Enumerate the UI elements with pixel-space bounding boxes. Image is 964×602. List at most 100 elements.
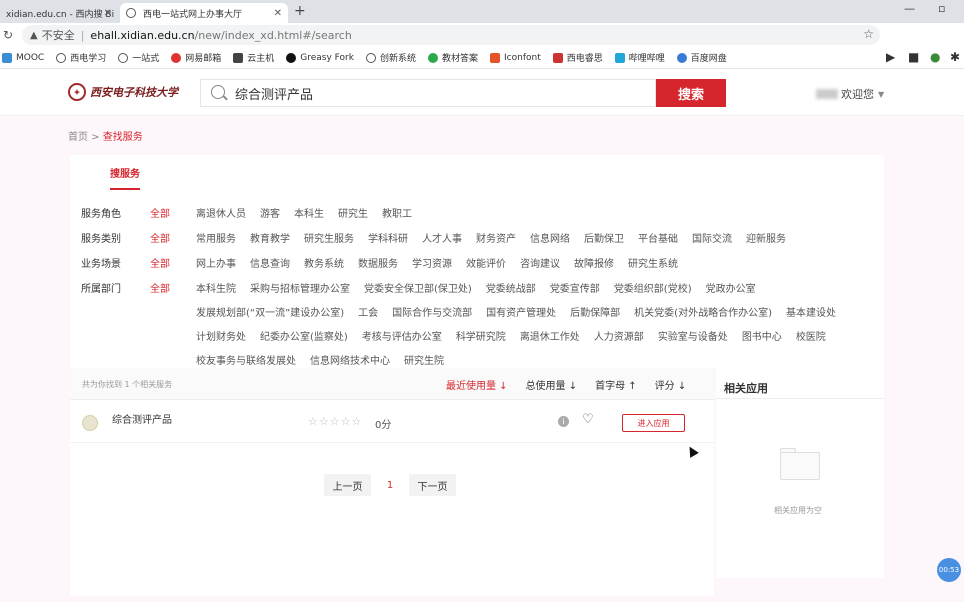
filter-option[interactable]: 后勤保卫	[584, 230, 624, 245]
close-icon[interactable]: ✕	[104, 8, 112, 19]
app-name[interactable]: 综合测评产品	[112, 411, 172, 426]
prev-page-button[interactable]: 上一页	[324, 474, 371, 496]
enter-app-button[interactable]: 进入应用	[622, 414, 685, 432]
filter-all[interactable]: 全部	[150, 230, 196, 245]
heart-icon[interactable]: ♡	[582, 412, 594, 427]
filter-option[interactable]: 研究生服务	[304, 230, 354, 245]
bookmark-item[interactable]: 教材答案	[427, 51, 478, 64]
filter-option[interactable]: 党委宣传部	[550, 280, 600, 295]
filter-option[interactable]: 常用服务	[196, 230, 236, 245]
user-menu[interactable]: 欢迎您 ▼	[816, 86, 884, 102]
filter-option[interactable]: 离退休工作处	[520, 328, 580, 343]
chevron-down-icon: ▼	[878, 89, 885, 99]
filter-option[interactable]: 科学研究院	[456, 328, 506, 343]
filter-option[interactable]: 图书中心	[742, 328, 782, 343]
rating-stars[interactable]: ☆☆☆☆☆	[308, 415, 362, 428]
filter-option[interactable]: 迎新服务	[746, 230, 786, 245]
tab-search-services[interactable]: 搜服务	[110, 165, 140, 190]
filter-option[interactable]: 信息网络技术中心	[310, 352, 390, 367]
bookmark-item[interactable]: 网易邮箱	[171, 51, 221, 64]
filter-option[interactable]: 人力资源部	[594, 328, 644, 343]
search-button[interactable]: 搜索	[656, 79, 726, 107]
bookmark-item[interactable]: 一站式	[118, 51, 159, 64]
filter-option[interactable]: 本科生院	[196, 280, 236, 295]
close-icon[interactable]: ✕	[274, 8, 282, 19]
next-page-button[interactable]: 下一页	[409, 474, 456, 496]
filter-option[interactable]: 党政办公室	[706, 280, 756, 295]
filter-option[interactable]: 研究生院	[404, 352, 444, 367]
reload-icon[interactable]: ↻	[3, 28, 13, 42]
search-input[interactable]	[235, 84, 645, 102]
filter-option[interactable]: 国际交流	[692, 230, 732, 245]
bookmark-item[interactable]: 百度网盘	[676, 51, 727, 64]
url-field[interactable]: ▲ 不安全 | ehall.xidian.edu.cn /new/index_x…	[22, 25, 880, 45]
filter-option[interactable]: 机关党委(对外战略合作办公室)	[634, 304, 772, 319]
browser-tab-1[interactable]: xidian.edu.cn - 西内搜 Bi ✕	[0, 3, 118, 23]
breadcrumb-home[interactable]: 首页	[68, 132, 88, 143]
minimize-icon[interactable]: —	[904, 2, 915, 15]
bookmark-item[interactable]: 西电睿思	[552, 51, 603, 64]
bookmark-item[interactable]: 云主机	[233, 51, 274, 64]
filter-option[interactable]: 咨询建议	[520, 255, 560, 270]
bookmark-item[interactable]: 西电学习	[56, 51, 106, 64]
more-icon[interactable]: »	[951, 50, 958, 64]
sort-initial[interactable]: 首字母 ↑	[595, 377, 637, 392]
bookmark-item[interactable]: MOOC	[2, 52, 44, 63]
filter-option[interactable]: 信息查询	[250, 255, 290, 270]
filter-option[interactable]: 国有资产管理处	[486, 304, 556, 319]
filter-all[interactable]: 全部	[150, 255, 196, 270]
filter-option[interactable]: 计划财务处	[196, 328, 246, 343]
filter-option[interactable]: 工会	[358, 304, 378, 319]
new-tab-icon[interactable]: +	[294, 3, 306, 19]
filter-option[interactable]: 离退休人员	[196, 205, 246, 220]
sort-recent-usage[interactable]: 最近使用量 ↓	[446, 377, 508, 392]
filter-option[interactable]: 教职工	[382, 205, 412, 220]
filter-option[interactable]: 基本建设处	[786, 304, 836, 319]
filter-option[interactable]: 教育教学	[250, 230, 290, 245]
filter-option[interactable]: 研究生系统	[628, 255, 678, 270]
filter-option[interactable]: 实验室与设备处	[658, 328, 728, 343]
server-icon	[233, 52, 244, 63]
filter-option[interactable]: 党委组织部(党校)	[614, 280, 692, 295]
filter-option[interactable]: 党委安全保卫部(保卫处)	[364, 280, 472, 295]
star-icon[interactable]: ☆	[863, 27, 874, 41]
filter-option[interactable]: 平台基础	[638, 230, 678, 245]
bookmark-item[interactable]: 创新系统	[365, 51, 416, 64]
filter-option[interactable]: 研究生	[338, 205, 368, 220]
window-control-icon[interactable]: ▫	[938, 2, 945, 15]
filter-option[interactable]: 学习资源	[412, 255, 452, 270]
filter-option[interactable]: 后勤保障部	[570, 304, 620, 319]
filter-option[interactable]: 采购与招标管理办公室	[250, 280, 350, 295]
filter-option[interactable]: 信息网络	[530, 230, 570, 245]
timer-badge[interactable]: 00:53	[937, 558, 961, 582]
filter-option[interactable]: 故障报修	[574, 255, 614, 270]
filter-option[interactable]: 数据服务	[358, 255, 398, 270]
sort-total-usage[interactable]: 总使用量 ↓	[526, 377, 578, 392]
filter-option[interactable]: 游客	[260, 205, 280, 220]
filter-option[interactable]: 学科科研	[368, 230, 408, 245]
filter-option[interactable]: 党委统战部	[486, 280, 536, 295]
info-icon[interactable]: i	[558, 416, 569, 427]
bookmark-item[interactable]: 哔哩哔哩	[614, 51, 665, 64]
filter-option[interactable]: 财务资产	[476, 230, 516, 245]
bookmark-item[interactable]: Greasy Fork	[286, 52, 354, 63]
filter-option[interactable]: 纪委办公室(监察处)	[260, 328, 348, 343]
filter-option[interactable]: 校友事务与联络发展处	[196, 352, 296, 367]
globe-icon	[56, 52, 67, 63]
filter-option[interactable]: 发展规划部(“双一流”建设办公室)	[196, 304, 344, 319]
browser-tab-2[interactable]: 西电一站式网上办事大厅 ✕	[120, 3, 288, 23]
bookmark-item[interactable]: Iconfont	[490, 52, 541, 63]
filter-option[interactable]: 网上办事	[196, 255, 236, 270]
filter-option[interactable]: 效能评价	[466, 255, 506, 270]
filter-option[interactable]: 考核与评估办公室	[362, 328, 442, 343]
breadcrumb-separator: >	[88, 132, 103, 143]
sort-rating[interactable]: 评分 ↓	[655, 377, 687, 392]
current-page[interactable]: 1	[371, 480, 409, 491]
filter-option[interactable]: 校医院	[796, 328, 826, 343]
filter-option[interactable]: 教务系统	[304, 255, 344, 270]
filter-option[interactable]: 人才人事	[422, 230, 462, 245]
filter-option[interactable]: 本科生	[294, 205, 324, 220]
filter-all[interactable]: 全部	[150, 205, 196, 220]
filter-option[interactable]: 国际合作与交流部	[392, 304, 472, 319]
university-logo[interactable]: ✦ 西安电子科技大学	[68, 83, 178, 101]
